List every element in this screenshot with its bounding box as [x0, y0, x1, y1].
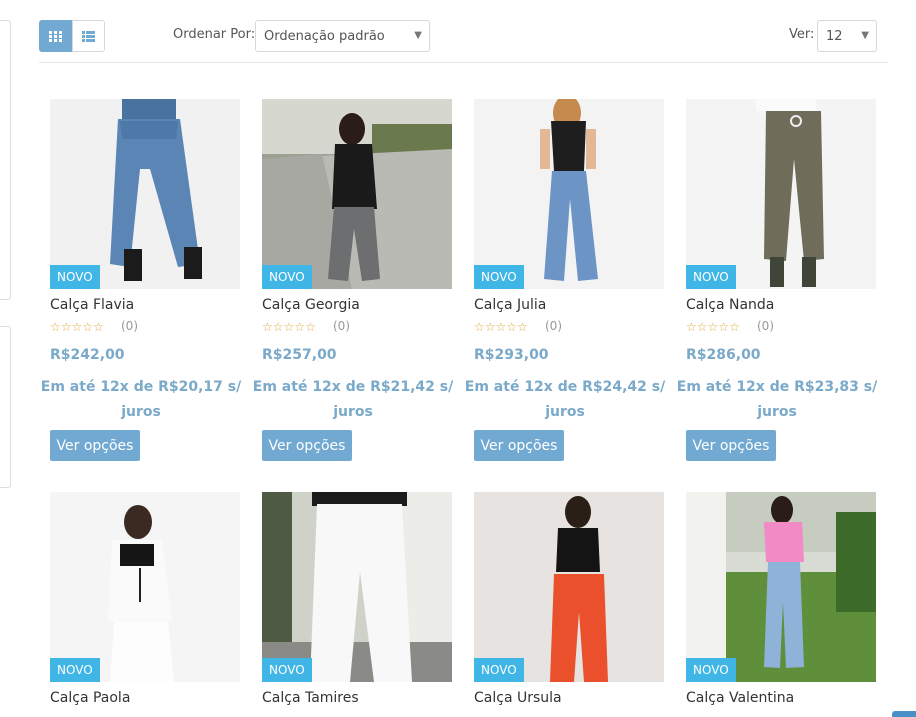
review-count: (0) — [333, 319, 350, 333]
show-label: Ver: — [789, 27, 815, 42]
show-count-value: 12 — [826, 29, 843, 44]
product-name[interactable]: Calça Nanda — [686, 297, 774, 313]
view-options-button[interactable]: Ver opções — [686, 430, 776, 461]
product-price: R$242,00 — [50, 347, 125, 363]
new-badge: NOVO — [474, 265, 524, 289]
product-price: R$257,00 — [262, 347, 337, 363]
scroll-to-top-button[interactable] — [892, 711, 916, 717]
new-badge: NOVO — [50, 658, 100, 682]
show-count-select[interactable]: 12 ▼ — [817, 20, 877, 52]
product-image[interactable]: NOVO — [474, 99, 664, 289]
list-icon — [82, 27, 95, 46]
product-image[interactable]: NOVO — [262, 99, 452, 289]
grid-icon — [49, 27, 62, 46]
product-image[interactable]: NOVO — [686, 492, 876, 682]
installments-text: Em até 12x de R$21,42 s/ juros — [252, 379, 454, 420]
installments-text: Em até 12x de R$23,83 s/ juros — [676, 379, 878, 420]
view-options-button[interactable]: Ver opções — [262, 430, 352, 461]
sidebar-edge-bottom — [0, 326, 11, 488]
review-count: (0) — [121, 319, 138, 333]
chevron-down-icon: ▼ — [861, 30, 869, 41]
rating-stars-icon: ☆☆☆☆☆ — [262, 320, 316, 334]
new-badge: NOVO — [262, 265, 312, 289]
catalog-toolbar: Ordenar Por: Ordenação padrão ▼ Ver: 12 … — [39, 20, 888, 63]
new-badge: NOVO — [686, 658, 736, 682]
product-name[interactable]: Calça Flavia — [50, 297, 134, 313]
view-options-button[interactable]: Ver opções — [474, 430, 564, 461]
sort-select-value: Ordenação padrão — [264, 29, 385, 44]
installments-text: Em até 12x de R$20,17 s/ juros — [40, 379, 242, 420]
product-image[interactable]: NOVO — [474, 492, 664, 682]
product-image[interactable]: NOVO — [262, 492, 452, 682]
product-name[interactable]: Calça Paola — [50, 690, 130, 706]
new-badge: NOVO — [474, 658, 524, 682]
product-name[interactable]: Calça Georgia — [262, 297, 360, 313]
installments-text: Em até 12x de R$24,42 s/ juros — [464, 379, 666, 420]
product-name[interactable]: Calça Ursula — [474, 690, 562, 706]
product-image[interactable]: NOVO — [50, 99, 240, 289]
new-badge: NOVO — [262, 658, 312, 682]
sort-select[interactable]: Ordenação padrão ▼ — [255, 20, 430, 52]
sidebar-edge-top — [0, 20, 11, 300]
product-price: R$286,00 — [686, 347, 761, 363]
product-price: R$293,00 — [474, 347, 549, 363]
product-name[interactable]: Calça Julia — [474, 297, 546, 313]
product-image[interactable]: NOVO — [686, 99, 876, 289]
rating-stars-icon: ☆☆☆☆☆ — [686, 320, 740, 334]
chevron-down-icon: ▼ — [414, 30, 422, 41]
rating-stars-icon: ☆☆☆☆☆ — [50, 320, 104, 334]
review-count: (0) — [545, 319, 562, 333]
rating-stars-icon: ☆☆☆☆☆ — [474, 320, 528, 334]
product-name[interactable]: Calça Valentina — [686, 690, 794, 706]
product-image[interactable]: NOVO — [50, 492, 240, 682]
view-options-button[interactable]: Ver opções — [50, 430, 140, 461]
new-badge: NOVO — [50, 265, 100, 289]
review-count: (0) — [757, 319, 774, 333]
grid-view-button[interactable] — [39, 20, 72, 52]
list-view-button[interactable] — [72, 20, 105, 52]
sort-label: Ordenar Por: — [173, 27, 256, 42]
product-name[interactable]: Calça Tamires — [262, 690, 359, 706]
new-badge: NOVO — [686, 265, 736, 289]
